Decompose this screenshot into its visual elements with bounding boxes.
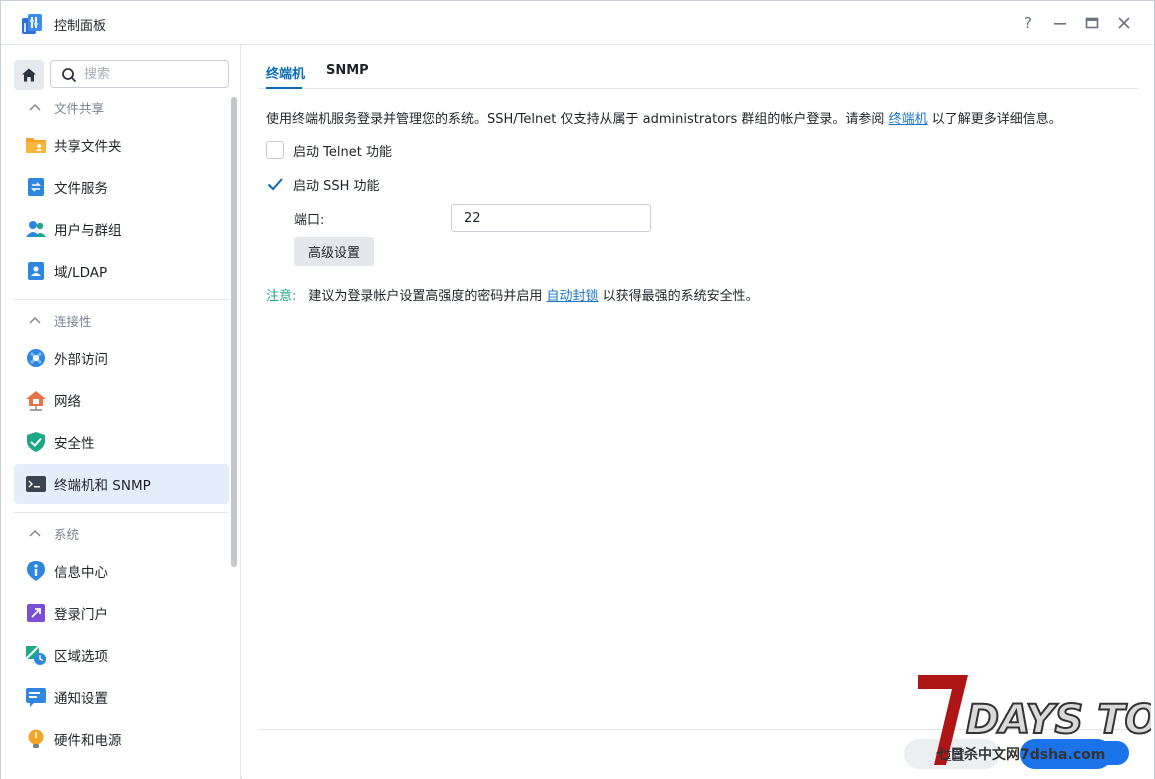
network-icon: [26, 391, 46, 411]
sidebar-scrollbar[interactable]: [231, 97, 237, 567]
group-label: 系统: [54, 526, 80, 542]
sidebar-item-security[interactable]: 安全性: [14, 422, 229, 462]
active-tab-indicator: [266, 87, 302, 89]
minimize-icon: [1054, 23, 1066, 25]
note-text: 建议为登录帐户设置高强度的密码并启用: [308, 289, 547, 304]
control-panel-app-icon: [22, 14, 42, 34]
sidebar-item-label: 信息中心: [54, 565, 108, 581]
minimize-button[interactable]: [1051, 14, 1069, 32]
users-icon: [26, 221, 46, 237]
telnet-label: 启动 Telnet 功能: [293, 144, 392, 160]
close-button[interactable]: [1115, 14, 1133, 32]
apply-button[interactable]: 应用: [1020, 739, 1112, 769]
sidebar-item-info-center[interactable]: 信息中心: [14, 551, 229, 591]
login-portal-icon: [27, 604, 45, 622]
sidebar-item-domain-ldap[interactable]: 域/LDAP: [14, 251, 229, 291]
sidebar-item-login-portal[interactable]: 登录门户: [14, 593, 229, 633]
sidebar-item-users-groups[interactable]: 用户与群组: [14, 209, 229, 249]
auto-block-link[interactable]: 自动封锁: [547, 289, 599, 304]
file-services-icon: [28, 178, 44, 196]
search-box[interactable]: [50, 60, 229, 88]
chevron-up-icon: [29, 104, 41, 111]
sidebar-item-file-services[interactable]: 文件服务: [14, 167, 229, 207]
security-note: 注意: 建议为登录帐户设置高强度的密码并启用 自动封锁 以获得最强的系统安全性。: [266, 285, 759, 304]
group-label: 文件共享: [54, 100, 105, 116]
sidebar-item-label: 网络: [54, 394, 81, 410]
description-text-end: 以了解更多详细信息。: [927, 112, 1062, 127]
note-label: 注意:: [266, 289, 297, 304]
note-text-end: 以获得最强的系统安全性。: [598, 289, 759, 304]
port-label: 端口:: [294, 213, 325, 228]
description-text: 使用终端机服务登录并管理您的系统。SSH/Telnet 仅支持从属于 admin…: [266, 112, 889, 127]
ssh-checkbox[interactable]: [266, 175, 284, 193]
sidebar-item-regional-options[interactable]: 区域选项: [14, 635, 229, 675]
control-panel-window: 控制面板 ? 文件共享: [0, 0, 1155, 779]
search-icon: [62, 68, 77, 83]
info-center-icon: [27, 561, 45, 581]
sidebar-item-external-access[interactable]: 外部访问: [14, 338, 229, 378]
terminal-description: 使用终端机服务登录并管理您的系统。SSH/Telnet 仅支持从属于 admin…: [266, 108, 1062, 127]
ssh-label: 启动 SSH 功能: [293, 178, 380, 194]
sidebar-item-terminal-snmp[interactable]: 终端机和 SNMP: [14, 464, 229, 504]
tab-snmp[interactable]: SNMP: [326, 63, 369, 78]
security-shield-icon: [27, 432, 45, 452]
external-access-icon: [27, 349, 45, 367]
chevron-up-icon: [29, 317, 41, 324]
main-panel: 终端机 SNMP 使用终端机服务登录并管理您的系统。SSH/Telnet 仅支持…: [242, 45, 1154, 779]
shared-folder-icon: [26, 138, 46, 153]
group-divider: [14, 299, 228, 300]
sidebar-item-network[interactable]: 网络: [14, 380, 229, 420]
footer-divider: [258, 729, 1138, 730]
home-button[interactable]: [14, 60, 44, 90]
group-label: 连接性: [54, 313, 92, 329]
reset-button[interactable]: 重置: [904, 739, 1000, 769]
terminal-icon: [26, 476, 46, 492]
maximize-icon: [1085, 17, 1099, 29]
sidebar-item-label: 硬件和电源: [54, 733, 122, 749]
ssh-option[interactable]: 启动 SSH 功能: [266, 174, 380, 194]
regional-options-icon: [25, 645, 46, 665]
sidebar-item-notification[interactable]: 通知设置: [14, 677, 229, 717]
close-icon: [1118, 17, 1130, 29]
tab-bar: 终端机 SNMP: [258, 45, 1138, 89]
search-input[interactable]: [84, 65, 224, 83]
sidebar-item-label: 终端机和 SNMP: [54, 478, 151, 494]
help-button[interactable]: ?: [1019, 14, 1037, 32]
maximize-button[interactable]: [1083, 14, 1101, 32]
sidebar-item-label: 外部访问: [54, 352, 108, 368]
sidebar-item-label: 安全性: [54, 436, 95, 452]
port-input[interactable]: [451, 204, 651, 232]
telnet-checkbox[interactable]: [266, 141, 284, 159]
terminal-help-link[interactable]: 终端机: [889, 112, 928, 127]
sidebar-item-label: 登录门户: [54, 607, 108, 623]
group-header-file-sharing[interactable]: 文件共享: [29, 97, 104, 117]
sidebar-item-shared-folder[interactable]: 共享文件夹: [14, 125, 229, 165]
sidebar-item-label: 共享文件夹: [54, 139, 122, 155]
sidebar: 文件共享 共享文件夹 文件服务 用户与群组 域/LDAP 连接性 外部访问: [1, 45, 241, 779]
tab-terminal[interactable]: 终端机: [266, 63, 305, 82]
chevron-up-icon: [29, 530, 41, 537]
sidebar-item-label: 用户与群组: [54, 223, 122, 239]
sidebar-item-hardware-power[interactable]: 硬件和电源: [14, 719, 229, 759]
group-header-system[interactable]: 系统: [29, 523, 79, 543]
group-header-connectivity[interactable]: 连接性: [29, 310, 92, 330]
sidebar-item-label: 通知设置: [54, 691, 108, 707]
notification-icon: [26, 688, 46, 707]
telnet-option[interactable]: 启动 Telnet 功能: [266, 140, 392, 160]
sidebar-item-label: 域/LDAP: [54, 265, 108, 281]
sidebar-item-label: 文件服务: [54, 181, 108, 197]
home-icon: [22, 68, 36, 82]
group-divider: [14, 512, 228, 513]
title-bar: 控制面板 ?: [1, 1, 1154, 45]
checkmark-icon: [267, 178, 283, 191]
sidebar-item-label: 区域选项: [54, 649, 108, 665]
hardware-power-icon: [28, 729, 44, 748]
ldap-icon: [28, 262, 44, 280]
advanced-settings-button[interactable]: 高级设置: [294, 237, 374, 266]
window-title: 控制面板: [54, 19, 107, 34]
